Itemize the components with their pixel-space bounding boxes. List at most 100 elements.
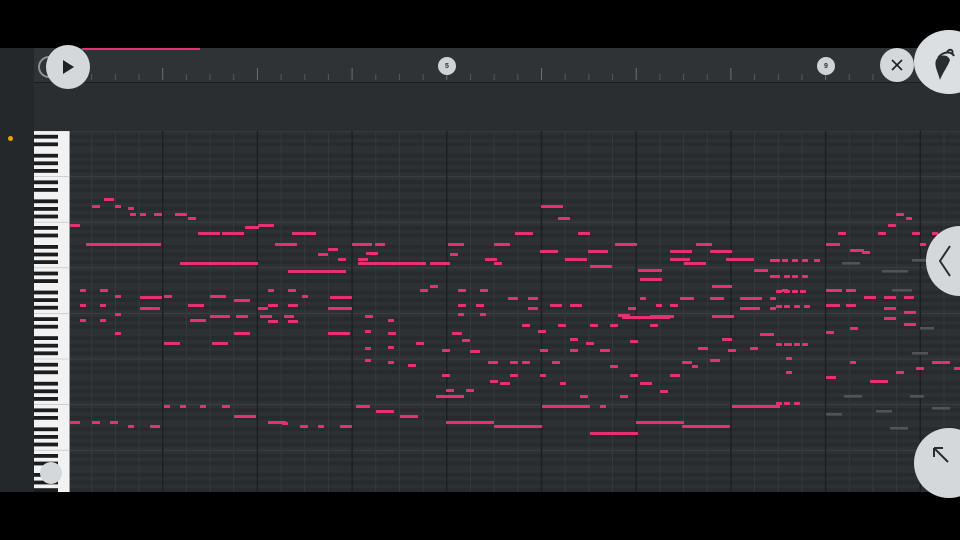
bar-marker-9[interactable]: 9 [817,57,835,75]
note-block [128,207,134,210]
note-block [446,389,454,392]
note-row [70,256,960,261]
note-block [180,405,186,408]
note-block [180,262,258,265]
note-block [904,296,914,299]
note-grid[interactable] [67,130,960,492]
note-row [70,210,960,215]
note-block [175,213,187,216]
note-row [70,336,960,340]
keyboard-scroll-handle[interactable] [40,462,62,484]
arrow-up-left-icon [933,447,949,463]
note-row [70,438,960,443]
note-row [70,279,960,283]
note-block [570,349,578,352]
note-block [916,367,924,370]
bar-marker-label: 9 [824,62,828,70]
note-block [670,304,678,307]
note-block [776,290,782,293]
black-key [34,260,58,264]
note-row [70,237,960,242]
note-block [942,361,950,364]
note-row [70,355,960,359]
note-block [650,324,658,327]
note-block [198,232,220,235]
note-row [70,142,960,147]
black-key [34,336,58,340]
note-row [70,484,960,489]
black-key [34,207,58,211]
note-block [376,410,394,413]
note-block [302,295,308,298]
note-block [722,338,732,341]
note-block [340,425,352,428]
note-row [70,461,960,466]
note-block [470,350,480,353]
note-block [802,275,808,278]
note-row [70,176,960,181]
note-row [70,226,960,230]
note-block [140,213,146,216]
note-block [884,307,896,310]
note-row [70,397,960,401]
note-row [70,476,960,481]
note-block [560,382,566,385]
note-block [188,304,204,307]
note-block [794,343,800,346]
black-key [34,169,58,173]
note-block [846,304,856,307]
note-block [234,299,250,302]
black-key [34,389,58,394]
note-row [70,150,960,154]
note-block [628,307,636,310]
note-block [610,365,618,368]
app-logo-button[interactable] [914,30,960,94]
note-block [510,374,518,377]
note-block [800,290,806,293]
note-block [358,258,368,261]
note-block [210,295,226,298]
note-row [70,203,960,207]
note-block [692,365,698,368]
play-button[interactable] [46,45,90,89]
note-row [70,473,960,477]
note-block [864,296,876,299]
note-block [494,243,510,246]
note-block [786,371,792,374]
bar-marker-5[interactable]: 5 [438,57,456,75]
note-block [356,405,370,408]
note-block [590,432,638,435]
ghost-note [842,262,860,265]
note-row [70,222,960,226]
note-block [850,361,856,364]
note-block [680,297,694,300]
note-block [318,425,324,428]
note-row [70,419,960,424]
note-row [70,480,960,485]
note-block [258,307,268,310]
close-button[interactable] [880,48,914,82]
piano-keyboard[interactable] [34,131,70,492]
note-block [190,319,206,322]
note-row [70,207,960,211]
note-block [712,315,734,318]
note-block [282,422,288,425]
note-block [480,289,488,292]
note-block [710,250,732,253]
note-block [784,290,790,293]
note-block [712,285,732,288]
note-block [740,307,760,310]
note-row [70,393,960,397]
side-panel-toggle-button[interactable] [926,226,960,296]
note-block [164,342,180,345]
note-block [494,262,502,265]
note-block [466,389,474,392]
note-block [804,305,810,308]
note-block [888,224,896,227]
note-row [70,214,960,219]
note-block [458,304,466,307]
note-row [70,161,960,166]
note-block [570,304,582,307]
note-block [518,232,530,235]
black-key [34,298,58,302]
